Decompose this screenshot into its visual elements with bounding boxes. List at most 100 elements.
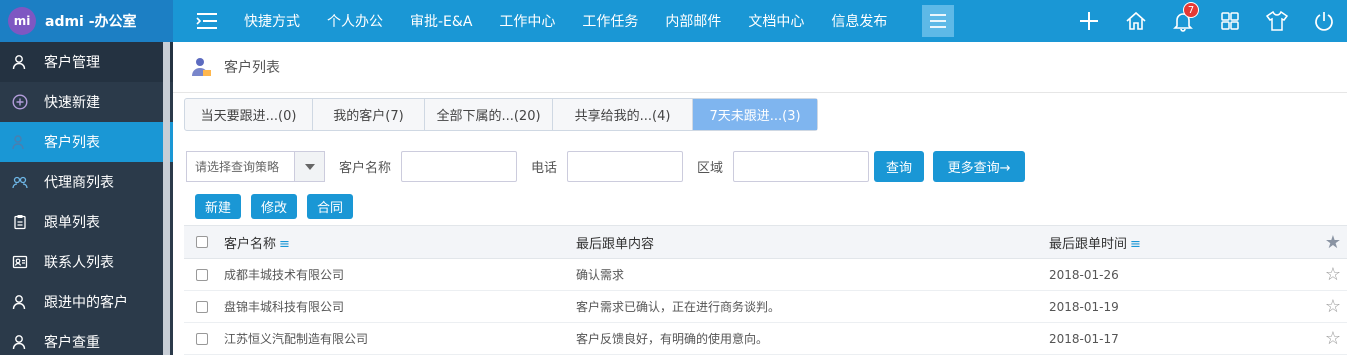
bell-icon[interactable]: 7 xyxy=(1159,0,1206,42)
caret-down-icon[interactable] xyxy=(294,152,324,181)
filter-bar: 请选择查询策略 客户名称 电话 区域 查询 更多查询→ xyxy=(186,151,1026,182)
customer-name-label: 客户名称 xyxy=(339,161,392,176)
nav-news[interactable]: 信息发布 xyxy=(831,11,887,31)
nav-personal-office[interactable]: 个人办公 xyxy=(327,11,383,31)
collapse-menu-icon[interactable] xyxy=(193,7,221,35)
sidebar-item-contact-list[interactable]: 联系人列表 xyxy=(0,242,173,282)
power-icon[interactable] xyxy=(1300,0,1347,42)
top-nav: 快捷方式 个人办公 审批-E&A 工作中心 工作任务 内部邮件 文档中心 信息发… xyxy=(244,11,914,31)
strategy-select[interactable]: 请选择查询策略 xyxy=(186,151,325,182)
contact-card-icon xyxy=(12,254,28,270)
users-icon xyxy=(12,174,28,190)
row-customer-name[interactable]: 成都丰城技术有限公司 xyxy=(224,266,344,283)
clipboard-icon xyxy=(12,214,28,230)
nav-internal-mail[interactable]: 内部邮件 xyxy=(665,11,721,31)
page-title: 客户列表 xyxy=(224,60,280,76)
sidebar-item-agent-list[interactable]: 代理商列表 xyxy=(0,162,173,202)
sidebar-item-label: 代理商列表 xyxy=(44,175,114,191)
user-icon xyxy=(12,54,28,70)
user-list-icon xyxy=(12,134,28,150)
top-icons: 7 xyxy=(1065,0,1347,42)
nav-work-tasks[interactable]: 工作任务 xyxy=(582,11,638,31)
sidebar-item-duplicate-check[interactable]: 客户查重 xyxy=(0,322,173,355)
tab-my-customers[interactable]: 我的客户(7) xyxy=(313,99,425,130)
brand[interactable]: mi admi -办公室 xyxy=(0,0,173,42)
row-last-time: 2018-01-17 xyxy=(1049,331,1119,346)
user-icon xyxy=(12,334,28,350)
row-checkbox[interactable] xyxy=(196,300,208,313)
apps-grid-icon[interactable] xyxy=(1206,0,1253,42)
row-customer-name[interactable]: 盘锦丰城科技有限公司 xyxy=(224,298,344,315)
column-header-name[interactable]: 客户名称 ≡ xyxy=(224,233,290,252)
sort-lines-icon[interactable]: ≡ xyxy=(279,237,290,252)
select-all-checkbox[interactable] xyxy=(196,236,208,248)
sidebar-item-following-customers[interactable]: 跟进中的客户 xyxy=(0,282,173,322)
new-button[interactable]: 新建 xyxy=(195,194,242,219)
star-outline-icon[interactable]: ☆ xyxy=(1325,264,1341,285)
tab-all-subordinates[interactable]: 全部下属的...(20) xyxy=(425,99,553,130)
sidebar-item-label: 客户列表 xyxy=(44,135,100,151)
user-icon xyxy=(12,294,28,310)
more-menu-button[interactable] xyxy=(922,5,955,37)
search-button[interactable]: 查询 xyxy=(874,151,925,182)
customer-list-icon xyxy=(190,56,212,78)
table-row[interactable]: 盘锦丰城科技有限公司 客户需求已确认，正在进行商务谈判。 2018-01-19 … xyxy=(184,291,1347,323)
row-last-content: 客户需求已确认，正在进行商务谈判。 xyxy=(576,300,781,314)
sort-lines-icon[interactable]: ≡ xyxy=(1130,237,1141,252)
row-last-content: 确认需求 xyxy=(576,268,625,282)
add-icon[interactable] xyxy=(1065,0,1112,42)
column-header-time[interactable]: 最后跟单时间 ≡ xyxy=(1049,233,1141,252)
customer-table: 客户名称 ≡ 最后跟单内容 最后跟单时间 ≡ ★ 成都丰城技术有限公司 确认需求 2… xyxy=(184,225,1347,355)
brand-name: admi -办公室 xyxy=(45,14,137,30)
phone-label: 电话 xyxy=(531,161,558,176)
column-header-label: 客户名称 xyxy=(224,236,277,252)
row-checkbox[interactable] xyxy=(196,332,208,345)
notification-badge: 7 xyxy=(1183,2,1199,18)
sidebar: mi admi -办公室 客户管理 快速新建 客户列表 代理商列表 跟单列表 联… xyxy=(0,0,173,355)
sidebar-item-label: 跟单列表 xyxy=(44,215,100,231)
star-outline-icon[interactable]: ☆ xyxy=(1325,328,1341,349)
table-row[interactable]: 江苏恒义汽配制造有限公司 客户反馈良好，有明确的使用意向。 2018-01-17… xyxy=(184,323,1347,355)
star-outline-icon[interactable]: ☆ xyxy=(1325,296,1341,317)
main-content: 客户列表 当天要跟进...(0) 我的客户(7) 全部下属的...(20) 共享… xyxy=(173,42,1347,355)
sidebar-item-label: 快速新建 xyxy=(44,95,100,111)
tab-today-follow[interactable]: 当天要跟进...(0) xyxy=(185,99,313,130)
sidebar-item-label: 跟进中的客户 xyxy=(44,295,128,311)
nav-work-center[interactable]: 工作中心 xyxy=(499,11,555,31)
phone-input[interactable] xyxy=(567,151,684,182)
contract-button[interactable]: 合同 xyxy=(307,194,354,219)
sidebar-item-label: 客户管理 xyxy=(44,55,100,71)
sidebar-item-quick-new[interactable]: 快速新建 xyxy=(0,82,173,122)
tab-7days-no-follow[interactable]: 7天未跟进...(3) xyxy=(693,99,817,130)
top-navbar: 快捷方式 个人办公 审批-E&A 工作中心 工作任务 内部邮件 文档中心 信息发… xyxy=(173,0,1347,42)
region-input[interactable] xyxy=(733,151,870,182)
sidebar-item-customer-list[interactable]: 客户列表 xyxy=(0,122,173,162)
sidebar-item-label: 联系人列表 xyxy=(44,255,114,271)
edit-button[interactable]: 修改 xyxy=(251,194,298,219)
star-filled-icon[interactable]: ★ xyxy=(1325,232,1341,253)
nav-approval[interactable]: 审批-E&A xyxy=(410,11,472,31)
sidebar-item-label: 客户查重 xyxy=(44,335,100,351)
sidebar-item-order-list[interactable]: 跟单列表 xyxy=(0,202,173,242)
action-buttons: 新建 修改 合同 xyxy=(195,194,363,219)
column-header-content: 最后跟单内容 xyxy=(576,236,655,252)
tab-shared-to-me[interactable]: 共享给我的...(4) xyxy=(553,99,693,130)
sidebar-scrollbar[interactable] xyxy=(163,42,170,355)
row-checkbox[interactable] xyxy=(196,268,208,281)
row-last-time: 2018-01-26 xyxy=(1049,267,1119,282)
more-search-button[interactable]: 更多查询→ xyxy=(933,151,1026,182)
table-row[interactable]: 成都丰城技术有限公司 确认需求 2018-01-26 ☆ xyxy=(184,259,1347,291)
row-last-time: 2018-01-19 xyxy=(1049,299,1119,314)
home-icon[interactable] xyxy=(1112,0,1159,42)
customer-name-input[interactable] xyxy=(401,151,518,182)
sidebar-item-customer-management[interactable]: 客户管理 xyxy=(0,42,173,82)
region-label: 区域 xyxy=(697,161,724,176)
page-header: 客户列表 xyxy=(173,42,1347,93)
nav-document-center[interactable]: 文档中心 xyxy=(748,11,804,31)
shirt-theme-icon[interactable] xyxy=(1253,0,1300,42)
row-customer-name[interactable]: 江苏恒义汽配制造有限公司 xyxy=(224,330,368,347)
nav-shortcuts[interactable]: 快捷方式 xyxy=(244,11,300,31)
row-last-content: 客户反馈良好，有明确的使用意向。 xyxy=(576,332,769,346)
column-header-label: 最后跟单时间 xyxy=(1049,236,1128,252)
app-root: mi admi -办公室 客户管理 快速新建 客户列表 代理商列表 跟单列表 联… xyxy=(0,0,1347,355)
